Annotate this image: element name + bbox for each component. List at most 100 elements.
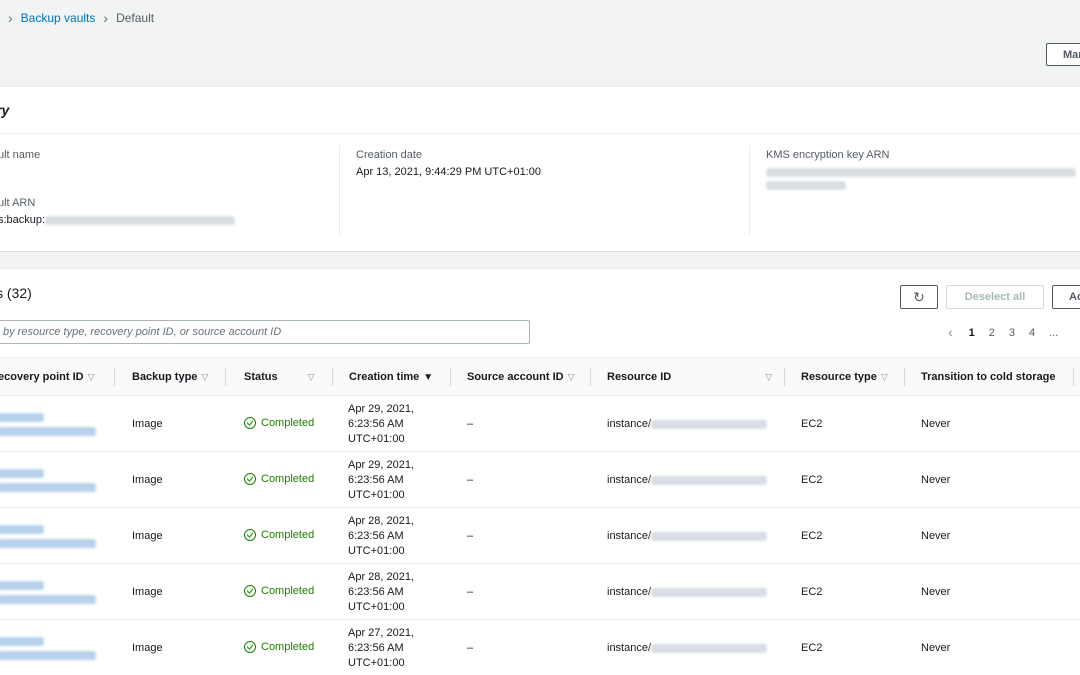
resource-type: EC2 <box>801 474 823 486</box>
status-badge: Completed <box>244 473 314 485</box>
col-recovery-point-id[interactable]: ecovery point ID ▽ <box>0 371 95 383</box>
column-separator[interactable] <box>904 368 905 386</box>
sort-icon: ▽ <box>880 372 888 382</box>
redacted-text <box>0 594 96 604</box>
resource-id: instance/ <box>607 586 768 598</box>
table-header: ecovery point ID ▽ Backup type ▽ Status ▽ C… <box>0 357 1080 396</box>
recovery-point-link[interactable] <box>0 578 96 606</box>
cold-storage: Never <box>921 474 951 486</box>
kms-value <box>766 166 1076 191</box>
table-row[interactable]: Image Completed Apr 27, 2021, 6:23:56 AM U… <box>0 620 1080 675</box>
table-row[interactable]: Image Completed Apr 28, 2021, 6:23:56 AM U… <box>0 508 1080 564</box>
source-account-id: – <box>467 586 474 598</box>
source-account-id: – <box>467 530 474 542</box>
redacted-text <box>0 580 44 590</box>
resource-type: EC2 <box>801 642 823 654</box>
resource-type: EC2 <box>801 530 823 542</box>
creation-time: Apr 27, 2021, 6:23:56 AM UTC+01:00 <box>348 627 415 669</box>
cold-storage: Never <box>921 642 951 654</box>
recovery-point-link[interactable] <box>0 522 96 550</box>
kms-label: KMS encryption key ARN <box>766 149 890 161</box>
chevron-right-icon: › <box>103 10 109 26</box>
table-row[interactable]: Image Completed Apr 29, 2021, 6:23:56 AM U… <box>0 396 1080 452</box>
table-row[interactable]: Image Completed Apr 28, 2021, 6:23:56 AM U… <box>0 564 1080 620</box>
vault-arn-label: ult ARN <box>0 197 36 209</box>
actions-button[interactable]: Actions <box>1052 285 1080 309</box>
summary-heading: ry <box>0 102 10 118</box>
chevron-right-icon: › <box>8 10 13 26</box>
resource-type: EC2 <box>801 418 823 430</box>
summary-panel: ry ult name ult ARN s:backup: Creation d… <box>0 86 1080 252</box>
col-resource-type[interactable]: Resource type ▽ <box>801 371 888 383</box>
redacted-text <box>0 538 96 548</box>
column-separator[interactable] <box>590 368 591 386</box>
cold-storage: Never <box>921 530 951 542</box>
page-ellipsis[interactable]: ... <box>1049 327 1058 340</box>
redacted-text <box>651 643 768 653</box>
recovery-point-link[interactable] <box>0 410 96 438</box>
column-separator[interactable] <box>450 368 451 386</box>
recovery-point-link[interactable] <box>0 466 96 494</box>
column-separator[interactable] <box>114 368 115 386</box>
column-separator[interactable] <box>784 368 785 386</box>
backup-type: Image <box>132 474 163 486</box>
page-3[interactable]: 3 <box>1009 327 1015 340</box>
redacted-text <box>0 468 44 478</box>
column-separator[interactable] <box>332 368 333 386</box>
sort-descending-icon: ▼ <box>423 372 434 383</box>
col-status[interactable]: Status ▽ <box>244 371 315 383</box>
check-circle-icon <box>244 417 256 429</box>
backup-type: Image <box>132 530 163 542</box>
sort-icon: ▽ <box>567 372 575 382</box>
creation-date-value: Apr 13, 2021, 9:44:29 PM UTC+01:00 <box>356 166 541 178</box>
backup-type: Image <box>132 642 163 654</box>
column-divider <box>749 145 750 235</box>
search-input[interactable]: by resource type, recovery point ID, or … <box>0 320 530 344</box>
recovery-points-panel: s (32) ↻ Deselect all Actions by resourc… <box>0 268 1080 675</box>
manage-button[interactable]: Manage <box>1046 43 1080 66</box>
resource-id: instance/ <box>607 530 768 542</box>
col-source-account-id[interactable]: Source account ID ▽ <box>467 371 575 383</box>
creation-time: Apr 29, 2021, 6:23:56 AM UTC+01:00 <box>348 459 415 501</box>
sort-icon: ▽ <box>765 372 773 382</box>
creation-date-label: Creation date <box>356 149 423 161</box>
redacted-text <box>0 524 44 534</box>
resource-type: EC2 <box>801 586 823 598</box>
deselect-all-button[interactable]: Deselect all <box>946 285 1044 309</box>
recovery-point-link[interactable] <box>0 634 96 662</box>
cold-storage: Never <box>921 418 951 430</box>
redacted-text <box>766 167 1076 177</box>
source-account-id: – <box>467 418 474 430</box>
source-account-id: – <box>467 642 474 654</box>
refresh-icon: ↻ <box>913 289 925 305</box>
redacted-text <box>651 475 768 485</box>
page-1[interactable]: 1 <box>969 327 975 340</box>
resource-id: instance/ <box>607 642 768 654</box>
breadcrumb-backup-vaults[interactable]: Backup vaults <box>21 11 96 25</box>
backup-type: Image <box>132 418 163 430</box>
redacted-text <box>651 531 768 541</box>
creation-time: Apr 28, 2021, 6:23:56 AM UTC+01:00 <box>348 571 415 613</box>
redacted-text <box>0 636 44 646</box>
kms-column: KMS encryption key ARN <box>766 149 1076 191</box>
page-2[interactable]: 2 <box>989 327 995 340</box>
refresh-button[interactable]: ↻ <box>900 285 938 309</box>
column-separator[interactable] <box>1073 368 1074 386</box>
col-resource-id[interactable]: Resource ID ▽ <box>607 371 772 383</box>
column-separator[interactable] <box>225 368 226 386</box>
source-account-id: – <box>467 474 474 486</box>
status-badge: Completed <box>244 417 314 429</box>
col-cold-storage[interactable]: Transition to cold storage <box>921 371 1055 383</box>
col-backup-type[interactable]: Backup type ▽ <box>132 371 208 383</box>
redacted-text <box>0 426 96 436</box>
creation-time: Apr 28, 2021, 6:23:56 AM UTC+01:00 <box>348 515 415 557</box>
resource-id: instance/ <box>607 474 768 486</box>
status-badge: Completed <box>244 529 314 541</box>
check-circle-icon <box>244 529 256 541</box>
page-4[interactable]: 4 <box>1029 327 1035 340</box>
status-badge: Completed <box>244 585 314 597</box>
chevron-left-icon[interactable]: ‹ <box>948 324 953 340</box>
redacted-text <box>651 587 768 597</box>
col-creation-time[interactable]: Creation time ▼ <box>349 371 433 383</box>
table-row[interactable]: Image Completed Apr 29, 2021, 6:23:56 AM U… <box>0 452 1080 508</box>
